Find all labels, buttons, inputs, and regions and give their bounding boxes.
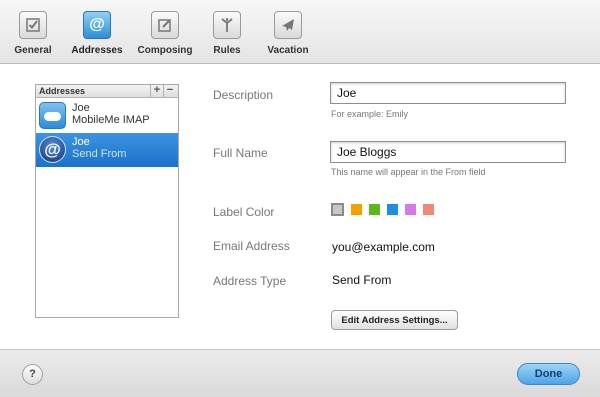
label-color-swatch[interactable] <box>387 204 398 215</box>
split-arrow-icon <box>213 11 241 39</box>
footer-bar: ? Done <box>0 349 600 397</box>
at-sign-icon: @ <box>83 11 111 39</box>
cloud-icon <box>39 102 66 129</box>
email-address-label: Email Address <box>213 239 290 253</box>
address-name: Joe <box>72 102 90 114</box>
done-button[interactable]: Done <box>517 363 580 385</box>
address-name: Joe <box>72 136 90 148</box>
tab-composing-label: Composing <box>137 45 193 56</box>
checkbox-icon <box>19 11 47 39</box>
airplane-icon <box>274 11 302 39</box>
tab-general-label: General <box>14 45 52 56</box>
full-name-field[interactable] <box>330 141 566 163</box>
address-type-label: Address Type <box>213 274 287 288</box>
tab-addresses[interactable]: @ Addresses <box>66 0 128 64</box>
label-color-label: Label Color <box>213 205 275 219</box>
tab-general[interactable]: General <box>14 0 52 64</box>
pencil-square-icon <box>151 11 179 39</box>
address-type-value: Send From <box>332 273 392 287</box>
tab-vacation-label: Vacation <box>267 45 309 56</box>
tab-rules[interactable]: Rules <box>210 0 244 64</box>
tab-rules-label: Rules <box>213 45 241 56</box>
edit-address-settings-button[interactable]: Edit Address Settings... <box>331 310 458 330</box>
label-color-picker <box>330 202 441 217</box>
description-field[interactable] <box>330 82 566 104</box>
preferences-toolbar: General @ Addresses Composing Rules Vaca… <box>0 0 600 64</box>
full-name-label: Full Name <box>213 146 268 160</box>
add-address-button[interactable]: + <box>150 85 163 97</box>
label-color-swatch[interactable] <box>351 204 362 215</box>
email-address-value: you@example.com <box>332 240 435 254</box>
list-item[interactable]: Joe MobileMe IMAP <box>36 99 178 133</box>
label-color-swatch[interactable] <box>330 202 345 217</box>
full-name-hint: This name will appear in the From field <box>331 167 486 177</box>
addresses-list-header: Addresses + − <box>36 85 178 98</box>
label-color-swatch[interactable] <box>405 204 416 215</box>
tab-vacation[interactable]: Vacation <box>266 0 310 64</box>
address-account: Send From <box>72 148 127 160</box>
tab-composing[interactable]: Composing <box>134 0 196 64</box>
help-button[interactable]: ? <box>22 364 43 385</box>
tab-addresses-label: Addresses <box>71 45 123 56</box>
label-color-swatch[interactable] <box>369 204 380 215</box>
at-sign-icon: @ <box>39 136 66 163</box>
addresses-list-title: Addresses <box>39 86 86 96</box>
remove-address-button[interactable]: − <box>163 85 176 97</box>
address-account: MobileMe IMAP <box>72 114 150 126</box>
description-label: Description <box>213 88 274 102</box>
description-hint: For example: Emily <box>331 109 409 119</box>
label-color-swatch[interactable] <box>423 204 434 215</box>
addresses-list: Addresses + − Joe MobileMe IMAP @ Joe Se… <box>35 84 179 318</box>
list-item-selected[interactable]: @ Joe Send From <box>36 133 178 167</box>
